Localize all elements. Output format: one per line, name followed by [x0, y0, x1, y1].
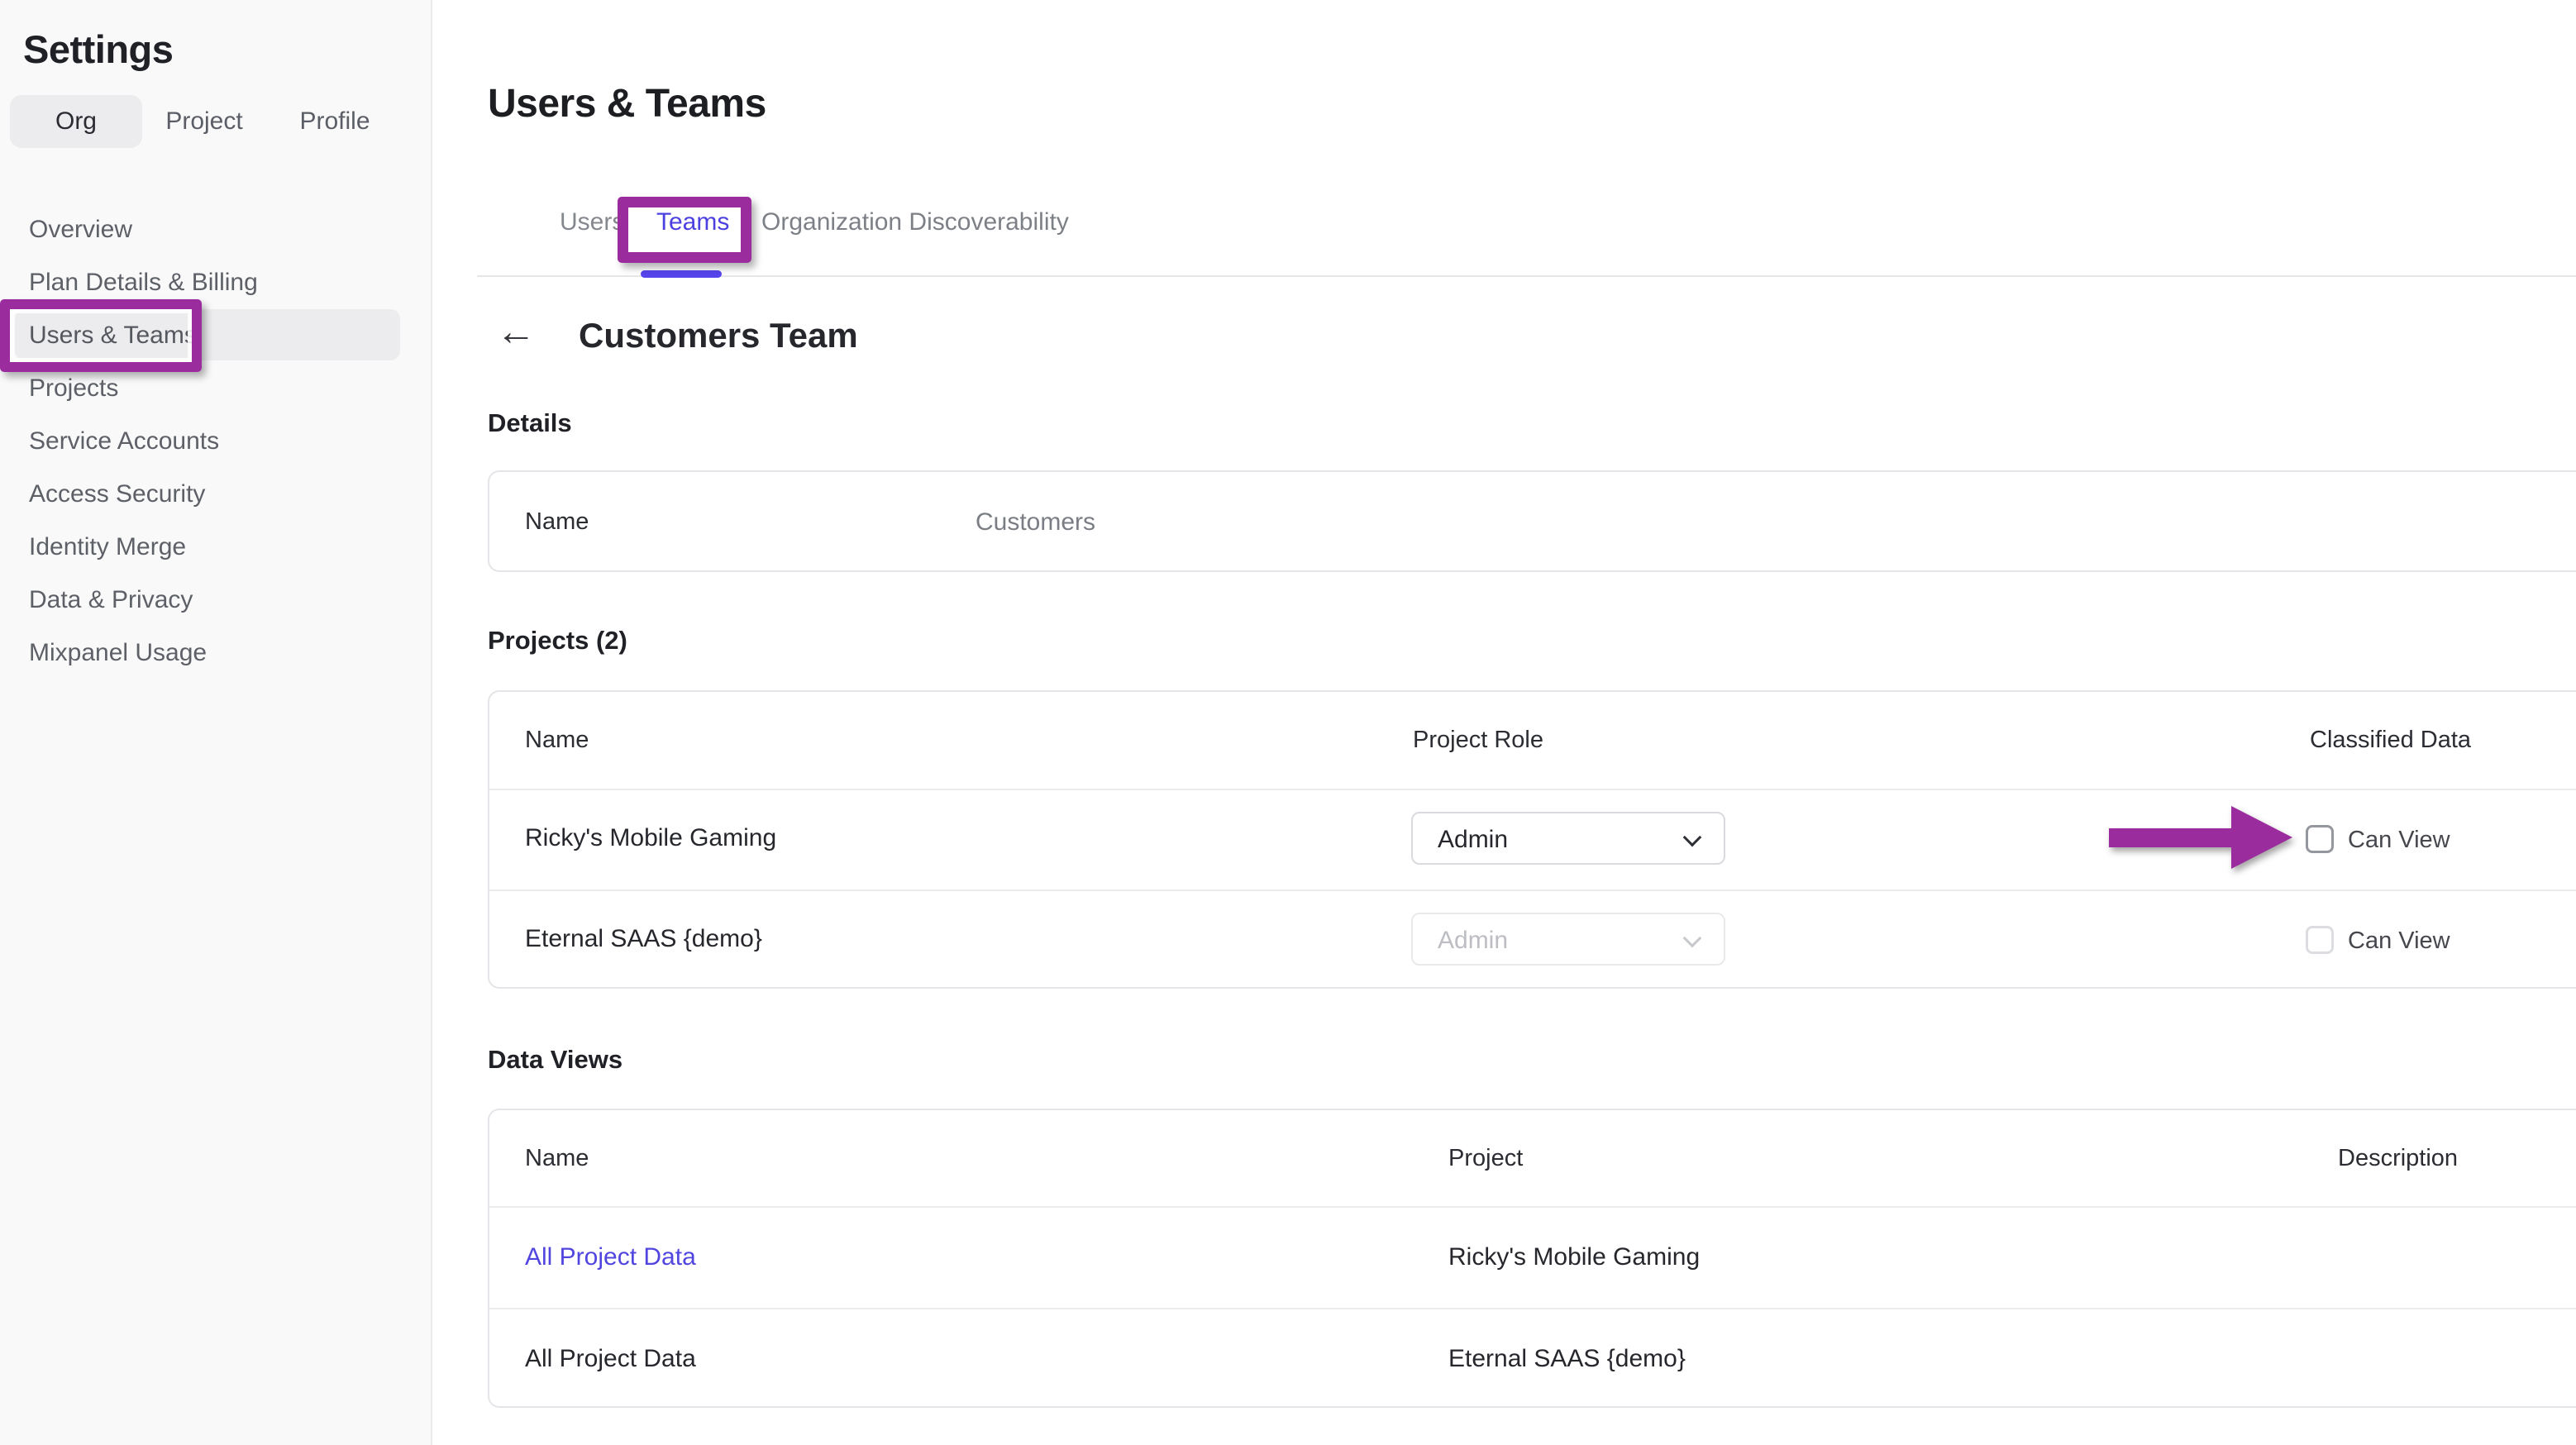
sidebar-item-overview[interactable]: Overview [29, 216, 132, 244]
sidebar-item-mixpanel-usage[interactable]: Mixpanel Usage [29, 639, 207, 667]
sidebar-item-plan-details-billing[interactable]: Plan Details & Billing [29, 269, 258, 297]
tab-organization-discoverability[interactable]: Organization Discoverability [761, 208, 1069, 236]
project-role-dropdown-disabled: Admin [1411, 913, 1725, 966]
back-arrow-icon[interactable]: ← [496, 308, 536, 357]
settings-title: Settings [23, 26, 173, 72]
project-row-name: Ricky's Mobile Gaming [525, 824, 776, 852]
can-view-checkbox-disabled [2306, 926, 2334, 954]
row-divider [489, 889, 2576, 891]
tab-users[interactable]: Users [560, 208, 624, 236]
row-divider [489, 1206, 2576, 1208]
settings-page: { "colors": { "annotation_purple": "#9b2… [0, 0, 2576, 1445]
project-role-value: Admin [1438, 927, 1508, 955]
team-title: Customers Team [579, 316, 858, 355]
sidebar-tab-org[interactable]: Org [10, 95, 142, 148]
projects-table: Name Project Role Classified Data Ricky'… [488, 690, 2576, 989]
projects-heading: Projects (2) [488, 626, 627, 656]
projects-col-name: Name [525, 727, 589, 754]
can-view-label: Can View [2348, 827, 2450, 854]
projects-col-project-role: Project Role [1413, 727, 1543, 754]
sidebar-tab-project[interactable]: Project [149, 95, 260, 148]
can-view-label: Can View [2348, 928, 2450, 955]
sidebar-item-users-teams[interactable]: Users & Teams [29, 322, 197, 350]
data-view-project: Ricky's Mobile Gaming [1448, 1243, 1700, 1271]
sidebar-item-identity-merge[interactable]: Identity Merge [29, 533, 186, 561]
details-name-value: Customers [976, 508, 1095, 537]
data-views-col-project: Project [1448, 1145, 1523, 1172]
page-title: Users & Teams [488, 81, 766, 126]
data-view-project: Eternal SAAS {demo} [1448, 1345, 1686, 1373]
details-heading: Details [488, 408, 572, 438]
data-views-col-name: Name [525, 1145, 589, 1172]
details-card: Name Customers [488, 470, 2576, 572]
data-views-col-description: Description [2338, 1145, 2458, 1172]
chevron-down-icon [1683, 828, 1702, 847]
data-views-table: Name Project Description All Project Dat… [488, 1109, 2576, 1408]
sidebar-tab-profile[interactable]: Profile [279, 95, 390, 148]
chevron-down-icon [1683, 929, 1702, 948]
details-name-label: Name [525, 508, 589, 536]
data-views-heading: Data Views [488, 1045, 623, 1075]
project-role-dropdown[interactable]: Admin [1411, 812, 1725, 865]
sidebar-item-access-security[interactable]: Access Security [29, 480, 205, 508]
tabs-divider [477, 275, 2576, 277]
project-row-name: Eternal SAAS {demo} [525, 925, 762, 953]
sidebar-item-data-privacy[interactable]: Data & Privacy [29, 586, 193, 614]
projects-col-classified-data: Classified Data [2310, 727, 2471, 754]
tab-teams[interactable]: Teams [656, 208, 729, 236]
data-view-link[interactable]: All Project Data [525, 1243, 696, 1271]
row-divider [489, 789, 2576, 790]
settings-sidebar: Settings Org Project Profile Overview Pl… [0, 0, 432, 1445]
active-tab-underline [641, 270, 722, 278]
data-view-name: All Project Data [525, 1345, 696, 1373]
can-view-checkbox[interactable] [2306, 825, 2334, 853]
row-divider [489, 1308, 2576, 1309]
project-role-value: Admin [1438, 826, 1508, 854]
sidebar-item-service-accounts[interactable]: Service Accounts [29, 427, 219, 455]
sidebar-item-projects[interactable]: Projects [29, 374, 118, 403]
